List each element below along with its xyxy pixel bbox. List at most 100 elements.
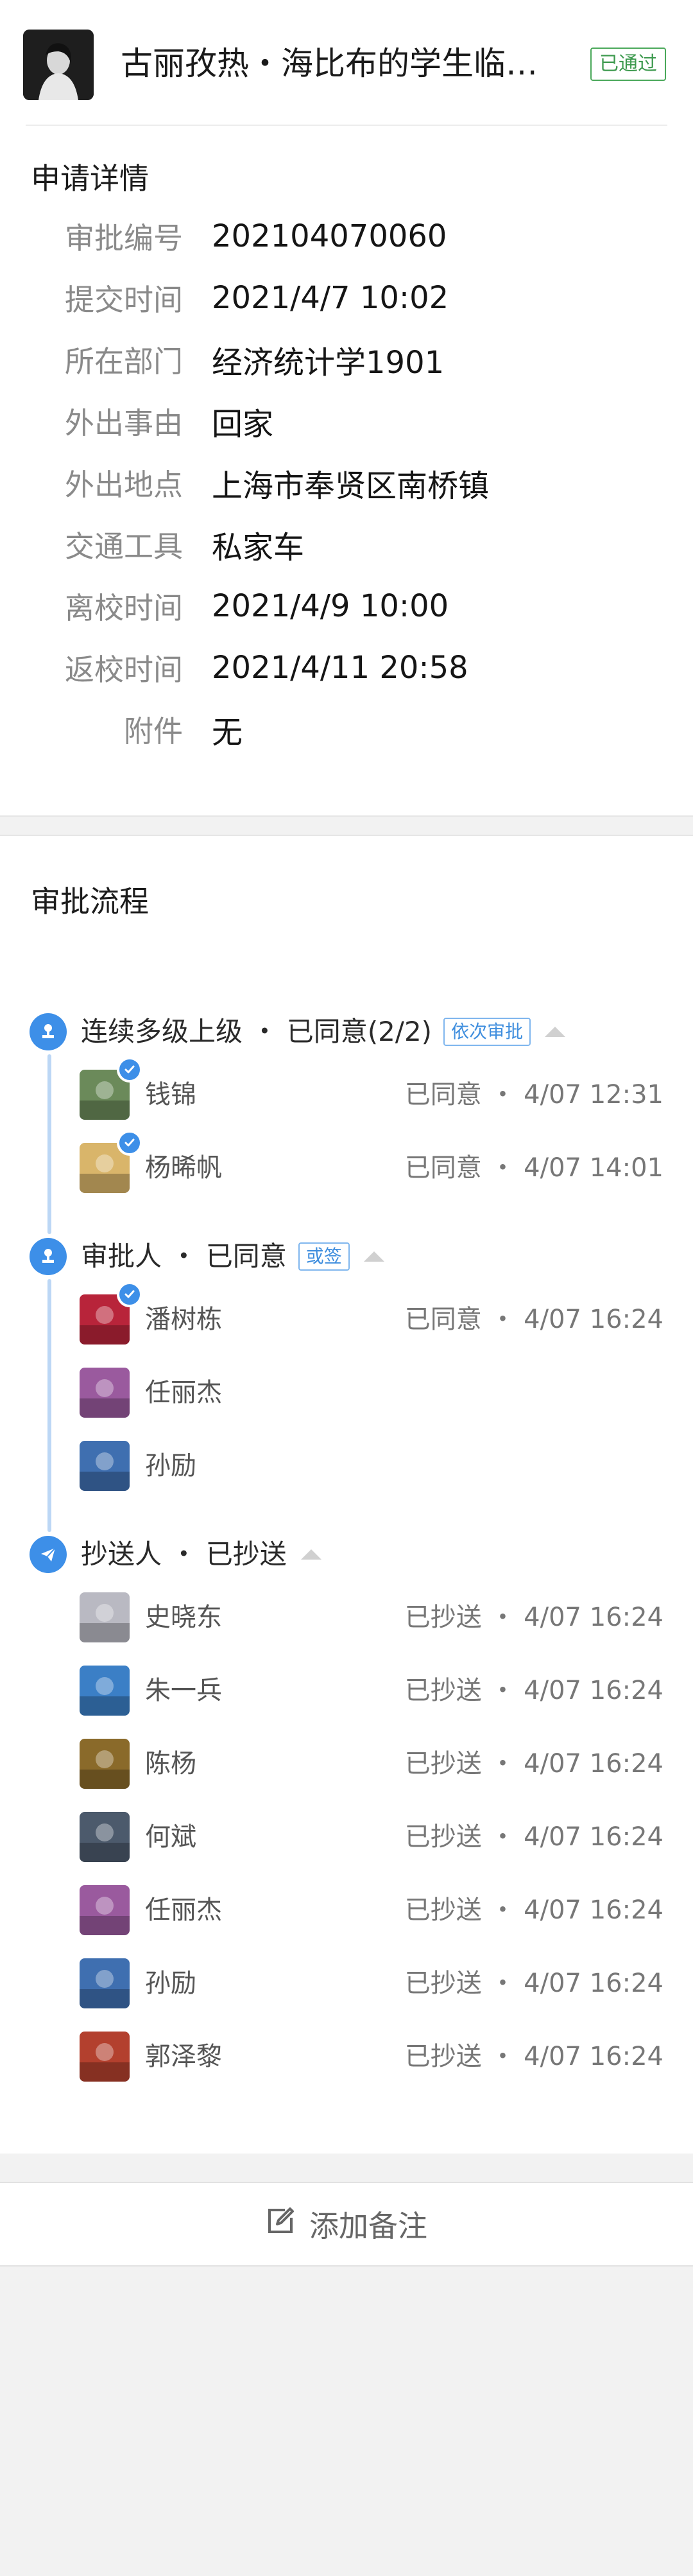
flow-connector-line (47, 1054, 51, 1234)
detail-row: 外出地点 上海市奉贤区南桥镇 (0, 452, 693, 514)
avatar (80, 1885, 130, 1935)
person-name: 孙励 (145, 1969, 196, 1998)
detail-row: 附件无 (0, 699, 693, 760)
flow-person-row[interactable]: 孙励 (0, 1438, 693, 1491)
person-name: 郭泽黎 (145, 2042, 222, 2071)
detail-label: 返校时间 (65, 652, 183, 687)
detail-row: 审批编号 202104070060 (0, 205, 693, 267)
flow-node-label: 审批人 ・ 已同意 (81, 1240, 287, 1272)
person-name: 任丽杰 (145, 1378, 222, 1407)
flow-person-row[interactable]: 任丽杰 (0, 1365, 693, 1418)
detail-label: 外出地点 (65, 467, 183, 502)
avatar (80, 2032, 130, 2082)
flow-person-row[interactable]: 朱一兵 已抄送 ・ 4/07 16:24 (0, 1663, 693, 1716)
detail-label: 离校时间 (65, 591, 183, 625)
user-icon (30, 1238, 67, 1275)
avatar (80, 1441, 130, 1491)
detail-label: 审批编号 (65, 221, 183, 256)
section-gap (0, 815, 693, 836)
bottom-bar: 添加备注 (0, 2182, 693, 2267)
header: 古丽孜热・海比布的学生临… 已通过 (0, 0, 693, 126)
flow-person-row[interactable]: 任丽杰 已抄送 ・ 4/07 16:24 (0, 1883, 693, 1935)
edit-icon (266, 2206, 309, 2243)
detail-value: 2021/4/9 10:00 (212, 588, 449, 624)
flow-person-row[interactable]: 杨晞帆 已同意 ・ 4/07 14:01 (0, 1130, 693, 1193)
person-name: 孙励 (145, 1451, 196, 1481)
person-status: 已同意 ・ 4/07 12:31 (404, 1080, 663, 1110)
person-status: 已同意 ・ 4/07 16:24 (404, 1305, 663, 1334)
user-icon (30, 1013, 67, 1050)
chevron-up-icon[interactable] (300, 1549, 321, 1560)
avatar (80, 1958, 130, 2008)
detail-value: 回家 (212, 406, 274, 442)
avatar (80, 1739, 130, 1789)
person-status: 已抄送 ・ 4/07 16:24 (404, 1676, 663, 1705)
applicant-avatar (23, 30, 94, 100)
add-note-button[interactable]: 添加备注 (266, 2203, 427, 2245)
detail-value: 经济统计学1901 (212, 345, 445, 381)
detail-value: 上海市奉贤区南桥镇 (212, 468, 490, 504)
detail-value: 2021/4/7 10:02 (212, 280, 449, 316)
check-icon (117, 1282, 142, 1307)
status-badge: 已通过 (590, 48, 666, 81)
person-name: 钱锦 (145, 1080, 196, 1110)
chevron-up-icon[interactable] (363, 1251, 384, 1262)
person-name: 陈杨 (145, 1749, 196, 1779)
flow-person-row[interactable]: 钱锦 已同意 ・ 4/07 12:31 (0, 1057, 693, 1120)
flow-person-row[interactable]: 史晓东 已抄送 ・ 4/07 16:24 (0, 1590, 693, 1642)
person-name: 朱一兵 (145, 1676, 222, 1705)
person-name: 史晓东 (145, 1603, 222, 1632)
person-status: 已抄送 ・ 4/07 16:24 (404, 1895, 663, 1925)
detail-value: 2021/4/11 20:58 (212, 650, 468, 686)
flow-person-row[interactable]: 何斌 已抄送 ・ 4/07 16:24 (0, 1809, 693, 1862)
flow-node-tag: 依次审批 (443, 1018, 531, 1046)
person-name: 任丽杰 (145, 1895, 222, 1925)
flow-person-row[interactable]: 陈杨 已抄送 ・ 4/07 16:24 (0, 1736, 693, 1789)
detail-row: 所在部门 经济统计学1901 (0, 329, 693, 390)
add-note-label: 添加备注 (309, 2209, 427, 2243)
approval-flow: 审批流程 连续多级上级 ・ 已同意(2/2) 依次审批 钱锦 已同意 ・ 4/07 1… (0, 836, 693, 2154)
detail-label: 交通工具 (65, 529, 183, 564)
flow-node-text: 抄送人 ・ 已抄送 (81, 1532, 321, 1577)
flow-node-text: 审批人 ・ 已同意 或签 (81, 1234, 384, 1279)
detail-value: 无 (212, 715, 243, 751)
person-status: 已抄送 ・ 4/07 16:24 (404, 2042, 663, 2071)
flow-node-label: 连续多级上级 ・ 已同意(2/2) (81, 1016, 432, 1047)
flow-person-row[interactable]: 孙励 已抄送 ・ 4/07 16:24 (0, 1956, 693, 2008)
avatar (80, 1812, 130, 1862)
avatar (80, 1368, 130, 1418)
page-title: 古丽孜热・海比布的学生临… (121, 45, 538, 82)
detail-row: 交通工具 私家车 (0, 514, 693, 575)
approval-detail-page: 古丽孜热・海比布的学生临… 已通过 申请详情 审批编号 202104070060 提… (0, 0, 693, 2576)
send-icon (30, 1536, 67, 1573)
flow-node-text: 连续多级上级 ・ 已同意(2/2) 依次审批 (81, 1009, 566, 1054)
check-icon (117, 1057, 142, 1083)
person-name: 潘树栋 (145, 1305, 222, 1334)
person-name: 何斌 (145, 1822, 196, 1852)
detail-label: 附件 (124, 714, 183, 749)
person-name: 杨晞帆 (145, 1153, 222, 1183)
person-status: 已抄送 ・ 4/07 16:24 (404, 1749, 663, 1779)
person-status: 已抄送 ・ 4/07 16:24 (404, 1822, 663, 1852)
check-icon (117, 1130, 142, 1156)
application-details: 申请详情 审批编号 202104070060 提交时间 2021/4/7 10:02 所… (0, 126, 693, 815)
detail-label: 提交时间 (65, 283, 183, 317)
person-status: 已抄送 ・ 4/07 16:24 (404, 1603, 663, 1632)
avatar (80, 1592, 130, 1642)
detail-row: 返校时间 2021/4/11 20:58 (0, 637, 693, 699)
detail-row: 离校时间 2021/4/9 10:00 (0, 575, 693, 637)
detail-row: 提交时间 2021/4/7 10:02 (0, 267, 693, 329)
flow-node-label: 抄送人 ・ 已抄送 (81, 1538, 287, 1570)
flow-connector-line (47, 1279, 51, 1532)
detail-value: 私家车 (212, 530, 305, 566)
flow-node-tag: 或签 (298, 1242, 350, 1271)
chevron-up-icon[interactable] (545, 1027, 566, 1037)
person-status: 已抄送 ・ 4/07 16:24 (404, 1969, 663, 1998)
detail-label: 外出事由 (65, 406, 183, 440)
divider (26, 125, 667, 126)
flow-person-row[interactable]: 潘树栋 已同意 ・ 4/07 16:24 (0, 1282, 693, 1345)
person-status: 已同意 ・ 4/07 14:01 (404, 1153, 663, 1183)
flow-person-row[interactable]: 郭泽黎 已抄送 ・ 4/07 16:24 (0, 2029, 693, 2082)
flow-section-title: 审批流程 (31, 884, 149, 919)
details-section-title: 申请详情 (31, 161, 149, 196)
